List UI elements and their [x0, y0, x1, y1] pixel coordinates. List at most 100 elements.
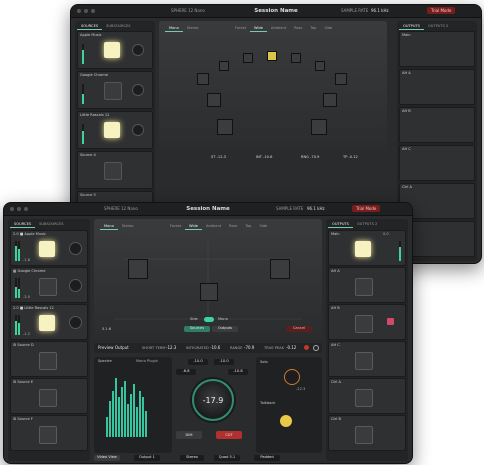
tab-outputs-2[interactable]: OUTPUTS 2 — [424, 23, 452, 30]
tab-format[interactable]: Forest — [231, 25, 250, 32]
tab-outputs[interactable]: OUTPUTS — [328, 221, 353, 228]
speaker-icon[interactable] — [207, 93, 221, 107]
source-pad[interactable] — [39, 278, 57, 296]
sources-tabs[interactable]: SOURCES SUBSOURCES — [10, 221, 68, 228]
gain-knob[interactable] — [69, 316, 82, 329]
speaker-icon[interactable] — [315, 61, 325, 71]
format-dropdown[interactable]: Padded — [254, 455, 280, 461]
source-pad[interactable] — [104, 42, 120, 58]
gain-knob[interactable] — [132, 84, 144, 96]
tab-sources[interactable]: SOURCES — [10, 221, 36, 228]
source-pad[interactable] — [39, 389, 57, 407]
tab-subsources[interactable]: SUBSOURCES — [102, 23, 134, 30]
speaker-icon[interactable] — [243, 53, 253, 63]
tab-format[interactable]: Side — [320, 25, 336, 32]
speaker-icon[interactable] — [335, 73, 347, 85]
output-strip-main[interactable]: Main 0.0 — [328, 230, 406, 266]
back-source-strip-3[interactable]: Little Rascals 12 — [77, 111, 153, 149]
spectrum-mode-select[interactable]: Mono Plugin — [136, 359, 158, 363]
gain-knob[interactable] — [69, 242, 82, 255]
outputs-button[interactable]: Outputs — [212, 326, 238, 332]
back-output-strip-2[interactable]: AH A — [399, 69, 475, 105]
source-strip-5[interactable]: ⚙ Source E — [10, 378, 88, 414]
speaker-icon[interactable] — [217, 119, 233, 135]
output-strip-ahc[interactable]: AH C — [328, 341, 406, 377]
solo-knob[interactable] — [284, 369, 300, 385]
source-strip-6[interactable]: ⚙ Source F — [10, 415, 88, 451]
gain-knob[interactable] — [132, 44, 144, 56]
back-source-strip-1[interactable]: Apple Music — [77, 31, 153, 69]
back-output-strip-3[interactable]: AH B — [399, 107, 475, 143]
tab-subsources[interactable]: SUBSOURCES — [35, 221, 67, 228]
output-pad[interactable] — [355, 389, 373, 407]
speaker-icon[interactable] — [267, 51, 277, 61]
output-strip-ahb[interactable]: AH B — [328, 304, 406, 340]
tab-sources[interactable]: SOURCES — [77, 23, 103, 30]
reset-icon[interactable] — [313, 345, 319, 351]
cut-button[interactable]: CUT — [216, 431, 242, 439]
source-strip-4[interactable]: ⚙ Source D — [10, 341, 88, 377]
output-dropdown[interactable]: Output 1 — [134, 455, 160, 461]
gain-knob[interactable] — [69, 279, 82, 292]
output-pad[interactable] — [355, 241, 371, 257]
back-sources-tabs[interactable]: SOURCES SUBSOURCES — [77, 23, 135, 30]
stereo-dropdown[interactable]: Stereo — [180, 455, 204, 461]
output-strip-ctrlb[interactable]: Ctrl B — [328, 415, 406, 451]
source-pad[interactable] — [39, 426, 57, 444]
output-select[interactable]: Preview Output — [98, 345, 129, 350]
source-pad[interactable] — [104, 162, 122, 180]
back-outputs-tabs[interactable]: OUTPUTS OUTPUTS 2 — [399, 23, 452, 30]
source-pad[interactable] — [104, 122, 120, 138]
tab-mono[interactable]: Mono — [165, 25, 183, 32]
gain-knob[interactable] — [132, 124, 144, 136]
mute-icon[interactable] — [387, 318, 394, 325]
record-icon[interactable] — [304, 345, 309, 350]
tab-format[interactable]: Ambient — [267, 25, 290, 32]
output-strip-ctrla[interactable]: Ctrl A — [328, 378, 406, 414]
video-view-button[interactable]: Video View — [94, 455, 120, 461]
speaker-right-icon[interactable] — [270, 259, 290, 279]
output-pad[interactable] — [355, 315, 373, 333]
speaker-icon[interactable] — [197, 73, 209, 85]
back-trial-button[interactable]: Trial Mode — [427, 7, 456, 14]
dim-button[interactable]: DIM — [176, 431, 202, 439]
speaker-icon[interactable] — [323, 93, 337, 107]
speaker-icon[interactable] — [291, 53, 301, 63]
back-format-tabs[interactable]: Forest Wide Ambient Rear Top Side — [231, 25, 336, 32]
back-source-strip-2[interactable]: Google Chrome — [77, 71, 153, 109]
source-pad[interactable] — [39, 241, 55, 257]
master-volume-knob[interactable]: -17.9 — [192, 379, 234, 421]
source-pad[interactable] — [39, 352, 57, 370]
output-pad[interactable] — [355, 352, 373, 370]
outputs-tabs[interactable]: OUTPUTS OUTPUTS 2 — [328, 221, 381, 228]
tab-stereo[interactable]: Stereo — [183, 25, 203, 32]
back-output-strip-1[interactable]: Main — [399, 31, 475, 67]
tab-outputs[interactable]: OUTPUTS — [399, 23, 424, 30]
source-strip-3[interactable]: 2.0 ■ Little Rascals 12 -1.2 — [10, 304, 88, 340]
side-mono-toggle[interactable] — [204, 317, 214, 322]
back-output-strip-4[interactable]: AH C — [399, 145, 475, 181]
cancel-button[interactable]: Cancel — [286, 326, 312, 332]
speaker-icon[interactable] — [219, 61, 229, 71]
source-strip-1[interactable]: 2.0 ■ Apple Music -1.8 — [10, 230, 88, 266]
quad-dropdown[interactable]: Quad 5.1 — [214, 455, 240, 461]
tab-format[interactable]: Top — [306, 25, 320, 32]
back-source-strip-4[interactable]: Source 4 — [77, 151, 153, 189]
front-trial-button[interactable]: Trial Mode — [352, 205, 381, 212]
speaker-icon[interactable] — [311, 119, 327, 135]
output-pad[interactable] — [355, 426, 373, 444]
tab-outputs-2[interactable]: OUTPUTS 2 — [353, 221, 381, 228]
output-strip-aha[interactable]: AH A — [328, 267, 406, 303]
window-controls[interactable] — [10, 207, 28, 211]
back-view-tabs[interactable]: Mono Stereo — [165, 25, 203, 32]
room-view[interactable]: Mono Stereo Forest Wide Ambient Rear Top… — [94, 219, 322, 339]
tab-format[interactable]: Wide — [250, 25, 267, 32]
speaker-center-icon[interactable] — [200, 283, 218, 301]
output-pad[interactable] — [355, 278, 373, 296]
back-room-view[interactable]: Mono Stereo Forest Wide Ambient Rear Top… — [159, 21, 387, 151]
source-strip-2[interactable]: ▦ Google Chrome -3.0 — [10, 267, 88, 303]
source-pad[interactable] — [39, 315, 55, 331]
sources-button[interactable]: Sources — [184, 326, 210, 332]
window-controls[interactable] — [77, 9, 95, 13]
tab-format[interactable]: Rear — [290, 25, 306, 32]
